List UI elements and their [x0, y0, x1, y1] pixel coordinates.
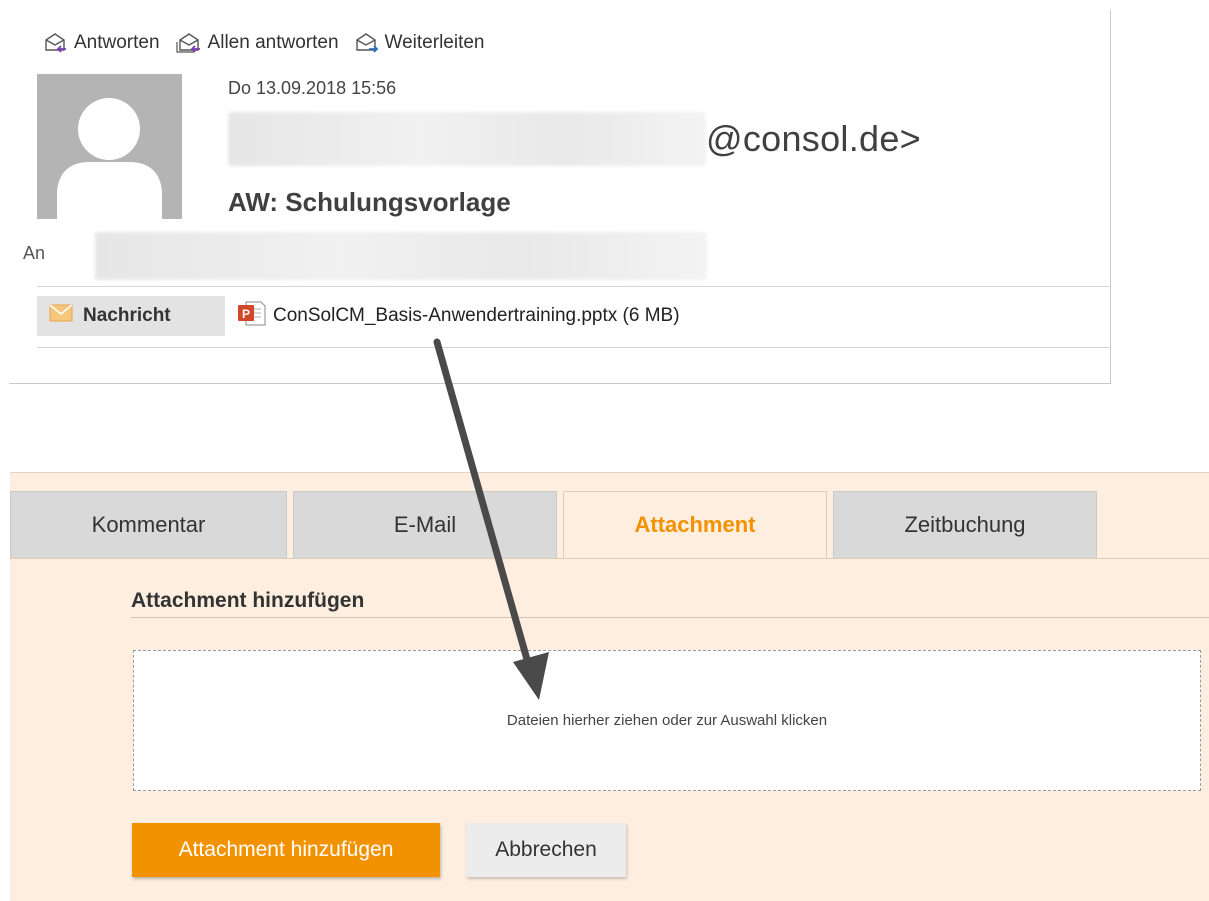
avatar	[37, 74, 182, 219]
section-title: Attachment hinzufügen	[131, 589, 365, 612]
message-tab-label: Nachricht	[83, 305, 171, 326]
mail-header-panel: Antworten Allen antworten Weiterleiten D…	[9, 10, 1111, 384]
reply-button[interactable]: Antworten	[44, 32, 160, 54]
cancel-button[interactable]: Abbrechen	[466, 823, 626, 877]
tab-divider	[10, 558, 1209, 559]
tab-kommentar[interactable]: Kommentar	[10, 491, 287, 558]
section-divider	[131, 617, 1209, 618]
forward-label: Weiterleiten	[384, 32, 485, 53]
envelope-icon	[49, 304, 73, 328]
tab-attachment[interactable]: Attachment	[563, 491, 827, 558]
ticket-activity-panel: Kommentar E-Mail Attachment Zeitbuchung …	[10, 472, 1209, 901]
attachment-filename: ConSolCM_Basis-Anwendertraining.pptx (6 …	[273, 305, 680, 326]
mail-date: Do 13.09.2018 15:56	[228, 78, 397, 98]
svg-text:P: P	[242, 307, 250, 321]
redacted-sender-name	[228, 112, 706, 166]
attachment-bar: Nachricht P ConSolCM_Basis-Anwendertrain…	[37, 296, 680, 336]
redacted-recipients	[95, 232, 707, 280]
mail-subject: AW: Schulungsvorlage	[228, 187, 511, 217]
add-attachment-button[interactable]: Attachment hinzufügen	[132, 823, 440, 877]
reply-all-button[interactable]: Allen antworten	[175, 32, 339, 54]
mail-action-bar: Antworten Allen antworten Weiterleiten	[44, 28, 485, 58]
divider	[37, 286, 1110, 287]
dropzone-text: Dateien hierher ziehen oder zur Auswahl …	[506, 712, 828, 729]
sender-domain: @consol.de>	[706, 118, 921, 159]
tab-zeitbuchung[interactable]: Zeitbuchung	[833, 491, 1097, 558]
person-silhouette-icon	[57, 98, 162, 219]
message-tab[interactable]: Nachricht	[37, 296, 225, 336]
to-label: An	[23, 243, 46, 263]
forward-button[interactable]: Weiterleiten	[355, 32, 485, 54]
reply-all-icon	[175, 32, 202, 54]
mail-sender: @consol.de>	[228, 108, 921, 170]
forward-icon	[355, 32, 379, 54]
reply-icon	[44, 32, 68, 54]
tab-email[interactable]: E-Mail	[293, 491, 557, 558]
file-dropzone[interactable]: Dateien hierher ziehen oder zur Auswahl …	[133, 650, 1201, 791]
reply-all-label: Allen antworten	[207, 32, 339, 53]
powerpoint-file-icon: P	[237, 299, 267, 333]
attachment-file[interactable]: P ConSolCM_Basis-Anwendertraining.pptx (…	[237, 299, 680, 333]
divider	[37, 347, 1110, 348]
tab-bar: Kommentar E-Mail Attachment Zeitbuchung	[10, 491, 1103, 558]
reply-label: Antworten	[74, 32, 160, 53]
